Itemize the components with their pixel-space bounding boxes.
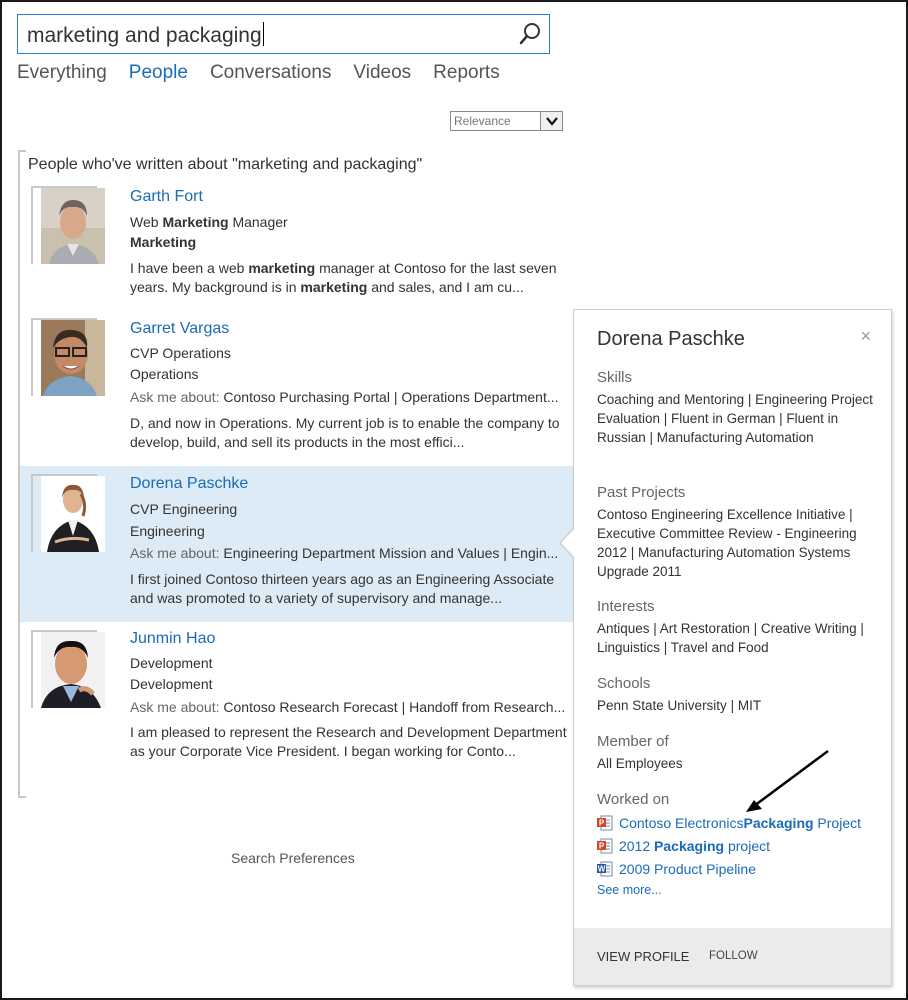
see-more-link[interactable]: See more... — [597, 883, 662, 897]
sort-selected-value: Relevance — [454, 114, 511, 128]
search-box[interactable]: marketing and packaging — [17, 14, 550, 54]
search-vertical-tabs: Everything People Conversations Videos R… — [17, 62, 522, 84]
schools-value: Penn State University | MIT — [597, 698, 762, 713]
member-of-value: All Employees — [597, 756, 683, 771]
past-projects-label: Past Projects — [597, 484, 686, 501]
person-department: Marketing — [130, 234, 197, 250]
interests-label: Interests — [597, 598, 655, 615]
worked-on-item[interactable]: P 2012 Packaging project — [597, 838, 770, 854]
worked-on-item[interactable]: W 2009 Product Pipeline — [597, 861, 756, 877]
person-result-selected[interactable]: Dorena Paschke CVP Engineering Engineeri… — [20, 466, 574, 622]
avatar[interactable] — [41, 632, 105, 708]
member-of-label: Member of — [597, 733, 669, 750]
search-input[interactable]: marketing and packaging — [27, 22, 264, 48]
word-file-icon: W — [597, 861, 613, 877]
search-query-text: marketing and packaging — [27, 24, 262, 47]
person-name-link[interactable]: Junmin Hao — [130, 630, 215, 648]
person-department: Engineering — [130, 523, 205, 539]
past-projects-value: Contoso Engineering Excellence Initiativ… — [597, 507, 857, 579]
chevron-down-icon — [546, 117, 558, 126]
person-description: I have been a web marketing manager at C… — [130, 260, 557, 295]
person-name-link[interactable]: Dorena Paschke — [130, 475, 248, 493]
powerpoint-file-icon: P — [597, 838, 613, 854]
sort-dropdown[interactable]: Relevance — [450, 111, 563, 131]
person-result[interactable]: Garret Vargas CVP Operations Operations … — [20, 310, 574, 465]
search-button[interactable] — [517, 21, 543, 47]
person-description: D, and now in Operations. My current job… — [130, 415, 560, 450]
results-bracket-top — [18, 150, 26, 152]
tab-everything[interactable]: Everything — [17, 62, 107, 84]
tab-videos[interactable]: Videos — [353, 62, 411, 84]
person-name-link[interactable]: Garth Fort — [130, 188, 203, 206]
photo-frame — [31, 186, 105, 264]
avatar[interactable] — [41, 476, 105, 552]
tab-people[interactable]: People — [129, 62, 188, 84]
person-description: I am pleased to represent the Research a… — [130, 724, 567, 759]
card-footer: VIEW PROFILE FOLLOW — [574, 928, 891, 985]
worked-on-label: Worked on — [597, 791, 670, 808]
view-profile-button[interactable]: VIEW PROFILE — [597, 949, 689, 964]
person-description: I first joined Contoso thirteen years ag… — [130, 571, 555, 606]
photo-frame — [31, 630, 105, 708]
person-title: CVP Operations — [130, 345, 231, 361]
person-title: Web Marketing Manager — [130, 214, 288, 230]
person-department: Operations — [130, 366, 199, 382]
interests-value: Antiques | Art Restoration | Creative Wr… — [597, 621, 864, 655]
text-caret — [262, 22, 264, 46]
ask-me-about: Ask me about: Contoso Purchasing Portal … — [130, 389, 559, 405]
person-name-link[interactable]: Garret Vargas — [130, 320, 229, 338]
person-title: CVP Engineering — [130, 501, 238, 517]
card-person-name: Dorena Paschke — [597, 328, 745, 350]
person-department: Development — [130, 676, 213, 692]
annotation-arrow-icon — [746, 749, 829, 812]
dropdown-arrow[interactable] — [540, 112, 562, 130]
card-pointer-inner — [561, 528, 575, 558]
ask-me-about: Ask me about: Contoso Research Forecast … — [130, 699, 566, 715]
person-hover-card: Dorena Paschke × Skills Coaching and Men… — [573, 309, 892, 986]
svg-text:P: P — [599, 842, 605, 851]
follow-button[interactable]: FOLLOW — [709, 950, 758, 962]
person-result[interactable]: Junmin Hao Development Development Ask m… — [20, 622, 574, 792]
skills-label: Skills — [597, 369, 633, 386]
avatar[interactable] — [41, 188, 105, 264]
svg-text:P: P — [599, 819, 605, 828]
search-preferences-link[interactable]: Search Preferences — [231, 850, 355, 866]
ask-me-about: Ask me about: Engineering Department Mis… — [130, 545, 559, 561]
tab-reports[interactable]: Reports — [433, 62, 500, 84]
magnifier-icon — [519, 23, 540, 45]
person-result[interactable]: Garth Fort Web Marketing Manager Marketi… — [20, 180, 574, 308]
results-bracket-bottom — [18, 796, 26, 798]
results-heading: People who've written about "marketing a… — [28, 156, 423, 173]
worked-on-item[interactable]: P Contoso Electronics Packaging Project — [597, 815, 861, 831]
avatar[interactable] — [41, 320, 105, 396]
powerpoint-file-icon: P — [597, 815, 613, 831]
skills-value: Coaching and Mentoring | Engineering Pro… — [597, 392, 873, 445]
close-icon[interactable]: × — [860, 326, 871, 347]
photo-frame — [31, 474, 105, 552]
tab-conversations[interactable]: Conversations — [210, 62, 331, 84]
photo-frame — [31, 318, 105, 396]
person-title: Development — [130, 655, 213, 671]
svg-text:W: W — [598, 865, 606, 874]
schools-label: Schools — [597, 675, 651, 692]
